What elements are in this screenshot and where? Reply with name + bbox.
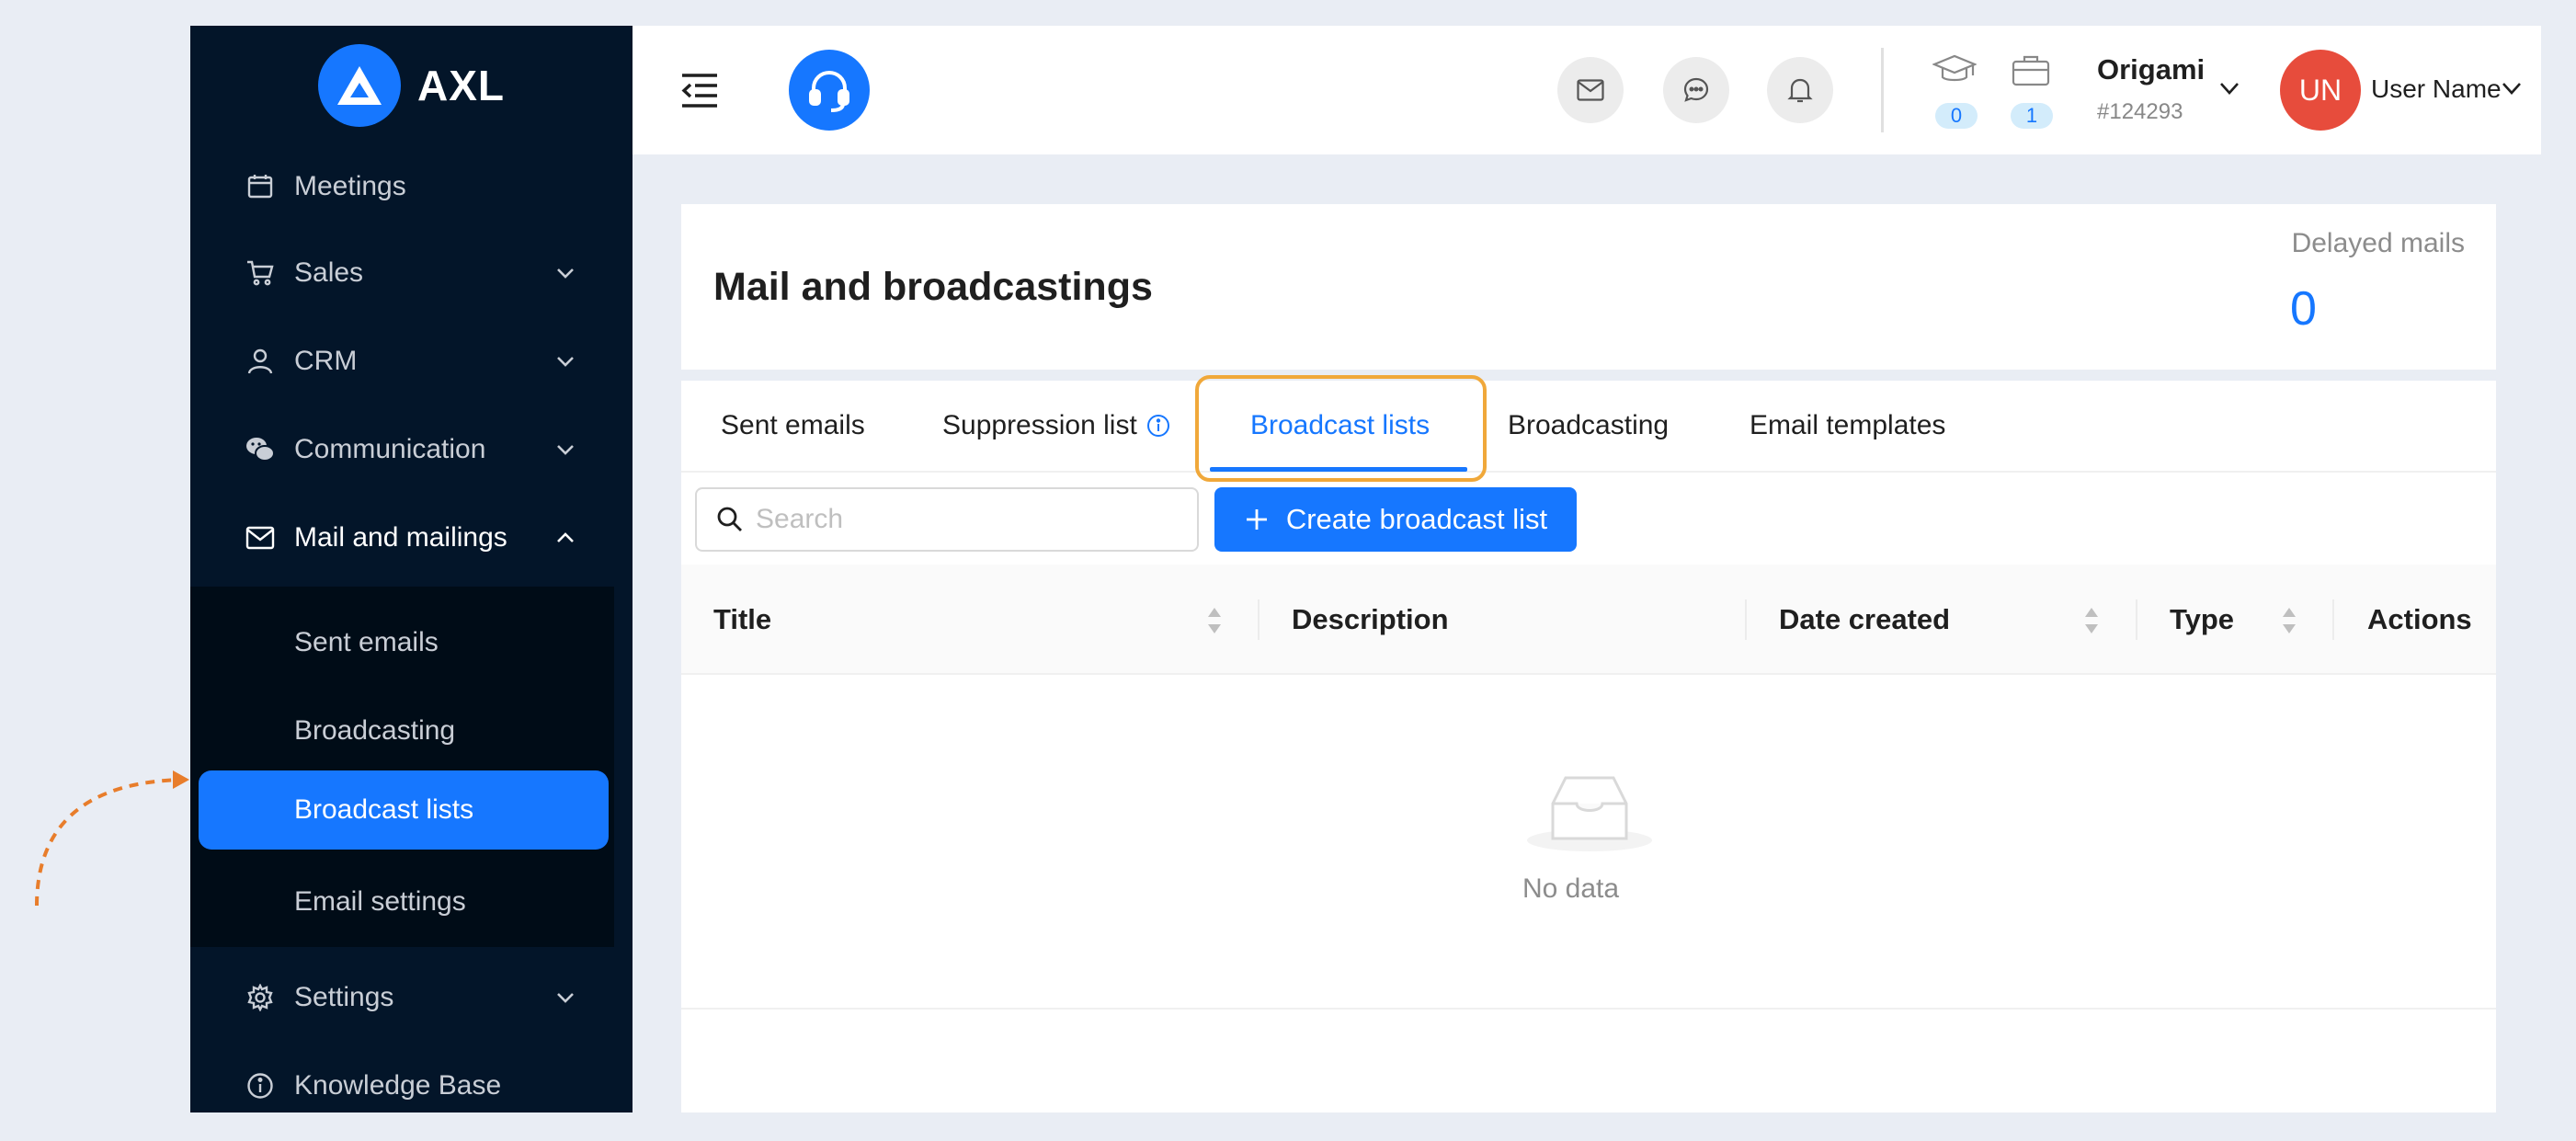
submenu-item-label: Email settings <box>294 886 466 917</box>
create-button-label: Create broadcast list <box>1285 503 1548 535</box>
page-header-card: Mail and broadcastings Delayed mails 0 <box>681 204 2496 370</box>
user-icon <box>245 346 276 377</box>
sidebar-item-label: Meetings <box>294 171 406 201</box>
org-id: #124293 <box>2097 99 2183 124</box>
tab-label: Sent emails <box>721 410 865 440</box>
cases-count-badge: 1 <box>2011 103 2053 129</box>
mail-button[interactable] <box>1557 57 1624 123</box>
search-input[interactable] <box>756 504 1179 535</box>
calendar-icon <box>245 171 276 202</box>
submenu-item-label: Sent emails <box>294 627 439 657</box>
plus-icon <box>1246 509 1267 530</box>
sidebar-item-crm[interactable]: CRM <box>190 320 633 403</box>
tab-broadcasting[interactable]: Broadcasting <box>1508 410 1669 441</box>
chevron-down-icon[interactable] <box>2501 79 2523 97</box>
sidebar-item-label: Settings <box>294 982 394 1012</box>
tab-label: Broadcasting <box>1508 410 1670 440</box>
chevron-down-icon[interactable] <box>2218 79 2240 97</box>
submenu-item-email-settings[interactable]: Email settings <box>190 862 614 941</box>
search-icon <box>717 507 742 531</box>
info-icon[interactable] <box>1146 414 1170 438</box>
support-button[interactable] <box>789 50 870 131</box>
sidebar: AXL Meetings Sales CRM Communication Mai… <box>190 26 633 1112</box>
sidebar-item-label: Knowledge Base <box>294 1070 502 1101</box>
tab-label: Suppression list <box>942 410 1137 440</box>
column-header-description: Description <box>1292 603 1449 635</box>
chevron-down-icon <box>557 268 574 279</box>
chat-icon <box>1683 77 1709 102</box>
sort-icon[interactable] <box>2082 605 2101 636</box>
brand-name: AXL <box>417 62 505 109</box>
submenu-item-label: Broadcast lists <box>294 794 474 825</box>
dashed-arrow-icon <box>35 770 189 907</box>
sidebar-item-label: Mail and mailings <box>294 522 507 553</box>
column-header-type[interactable]: Type <box>2170 565 2234 675</box>
empty-inbox-icon <box>1527 776 1652 851</box>
column-separator <box>1745 599 1747 640</box>
sidebar-item-sales[interactable]: Sales <box>190 232 633 314</box>
tab-sent-emails[interactable]: Sent emails <box>721 410 865 441</box>
cart-icon <box>245 257 276 289</box>
sidebar-item-label: CRM <box>294 346 358 376</box>
chevron-down-icon <box>557 357 574 367</box>
sort-icon[interactable] <box>1205 605 1224 636</box>
chevron-down-icon <box>557 993 574 1003</box>
tab-label: Email templates <box>1750 410 1946 440</box>
sort-icon[interactable] <box>2280 605 2298 636</box>
tab-suppression-list[interactable]: Suppression list <box>942 410 1170 441</box>
axl-logo-icon <box>318 44 401 127</box>
sidebar-item-mail-and-mailings[interactable]: Mail and mailings <box>190 496 633 579</box>
brand[interactable]: AXL <box>190 26 633 145</box>
column-header-title[interactable]: Title <box>713 565 771 675</box>
bell-icon <box>1787 78 1813 103</box>
page-title: Mail and broadcastings <box>713 265 1153 309</box>
mail-submenu: Sent emails Broadcasting Broadcast lists… <box>190 587 614 947</box>
column-header-date-created[interactable]: Date created <box>1779 565 1950 675</box>
delayed-mails-label: Delayed mails <box>2291 228 2465 258</box>
submenu-item-broadcasting[interactable]: Broadcasting <box>190 691 614 770</box>
chevron-up-icon <box>557 532 574 542</box>
tab-email-templates[interactable]: Email templates <box>1750 410 1945 441</box>
column-separator <box>2332 599 2334 640</box>
mail-icon <box>1577 79 1604 101</box>
headset-icon <box>809 70 849 112</box>
info-icon <box>245 1070 276 1101</box>
tab-highlight-frame <box>1195 375 1487 482</box>
column-separator <box>2136 599 2137 640</box>
graduation-cap-icon[interactable] <box>1932 51 1977 88</box>
gear-icon <box>245 982 276 1013</box>
sidebar-item-meetings[interactable]: Meetings <box>190 145 633 228</box>
wechat-icon <box>245 434 276 465</box>
sidebar-item-settings[interactable]: Settings <box>190 956 633 1039</box>
column-separator <box>1258 599 1260 640</box>
sidebar-item-label: Communication <box>294 434 486 464</box>
mail-icon <box>245 522 276 553</box>
delayed-mails-count[interactable]: 0 <box>2290 281 2317 337</box>
menu-fold-icon[interactable] <box>680 72 719 108</box>
user-name[interactable]: User Name <box>2371 74 2502 104</box>
sidebar-item-label: Sales <box>294 257 364 288</box>
create-broadcast-list-button[interactable]: Create broadcast list <box>1214 487 1577 552</box>
table-empty-state: No data <box>681 675 2496 1010</box>
sidebar-item-knowledge-base[interactable]: Knowledge Base <box>190 1044 633 1112</box>
chat-button[interactable] <box>1663 57 1729 123</box>
sidebar-item-communication[interactable]: Communication <box>190 408 633 491</box>
search-field[interactable] <box>695 487 1199 552</box>
avatar[interactable]: UN <box>2280 50 2361 131</box>
table-header: Title Description Date created Type Acti… <box>681 565 2496 675</box>
broadcast-lists-card: Sent emails Suppression list Broadcast l… <box>681 375 2496 1112</box>
notifications-button[interactable] <box>1767 57 1833 123</box>
header-divider <box>1881 48 1884 132</box>
courses-count-badge: 0 <box>1935 103 1978 129</box>
submenu-item-label: Broadcasting <box>294 715 456 746</box>
empty-state-text: No data <box>1522 873 1620 904</box>
tab-bar: Sent emails Suppression list Broadcast l… <box>681 375 2496 482</box>
submenu-item-broadcast-lists[interactable]: Broadcast lists <box>199 770 609 850</box>
org-name[interactable]: Origami <box>2097 53 2205 86</box>
top-header: 0 1 Origami #124293 UN User Name <box>633 26 2541 154</box>
submenu-item-sent-emails[interactable]: Sent emails <box>190 603 614 682</box>
column-header-actions: Actions <box>2367 603 2472 635</box>
briefcase-icon[interactable] <box>2009 51 2053 88</box>
chevron-down-icon <box>557 445 574 455</box>
